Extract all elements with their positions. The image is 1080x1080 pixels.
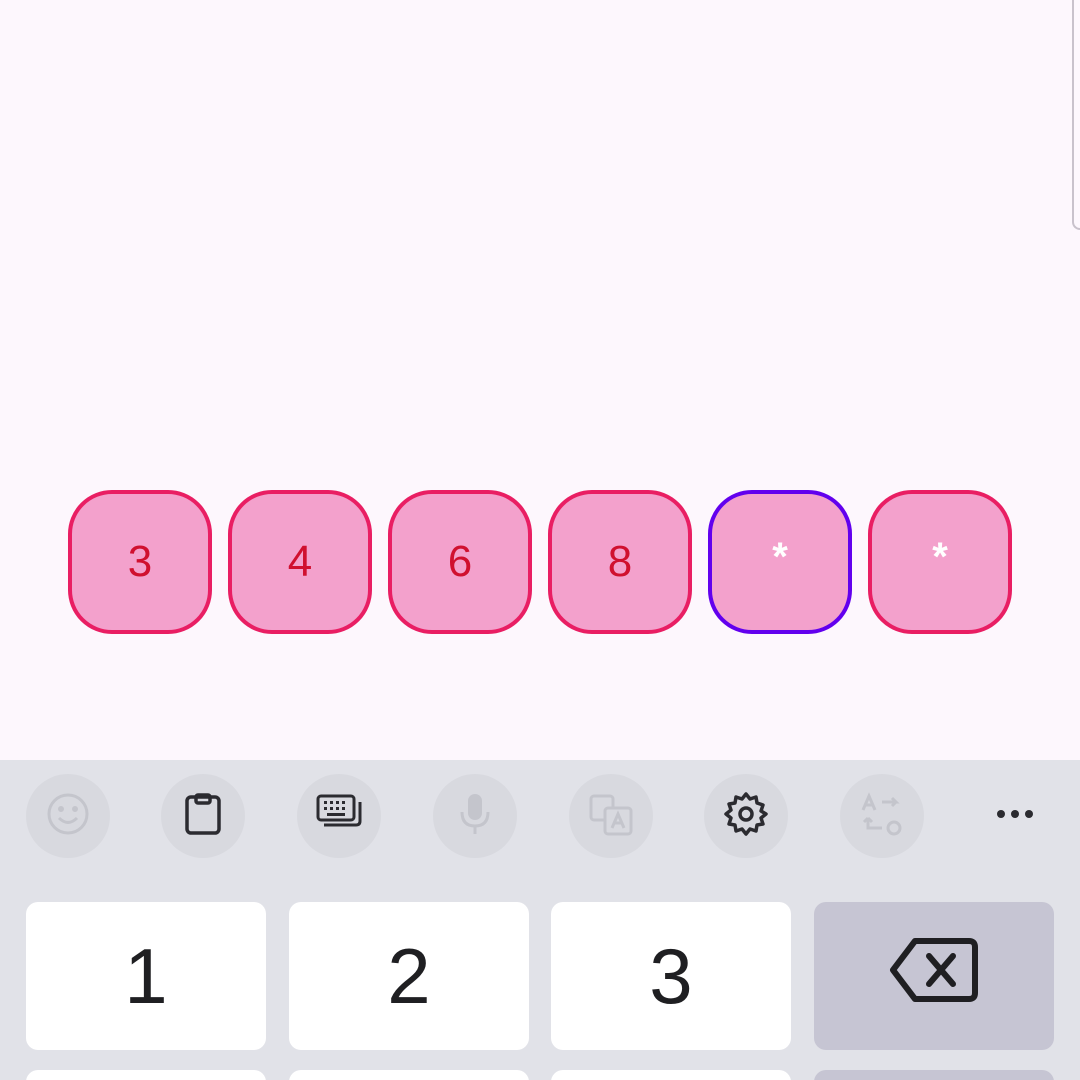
emoji-icon (44, 790, 92, 843)
backspace-icon (889, 931, 979, 1022)
clipboard-button[interactable] (161, 774, 245, 858)
otp-digit-box[interactable]: * (868, 490, 1012, 634)
keyboard-icon (315, 790, 363, 843)
soft-keyboard: 1 2 3 (0, 760, 1080, 1080)
key-label: 1 (124, 931, 168, 1020)
otp-input-row: 3 4 6 8 * * (68, 490, 1012, 634)
clipboard-icon (179, 790, 227, 843)
otp-digit-masked: * (932, 534, 948, 579)
otp-digit-box[interactable]: 3 (68, 490, 212, 634)
backspace-key[interactable] (814, 902, 1054, 1050)
keyboard-toolbar (0, 774, 1080, 858)
keyboard-switch-button[interactable] (297, 774, 381, 858)
key-2[interactable]: 2 (289, 902, 529, 1050)
microphone-icon (451, 790, 499, 843)
key-row2[interactable] (289, 1070, 529, 1080)
screen: 3 4 6 8 * * 1 2 3 (0, 0, 1080, 1080)
settings-button[interactable] (704, 774, 788, 858)
scroll-indicator (1072, 0, 1080, 230)
translate-icon (587, 790, 635, 843)
otp-digit-masked: * (772, 534, 788, 579)
more-icon (991, 790, 1039, 843)
key-label: 3 (649, 931, 693, 1020)
otp-digit: 6 (447, 537, 473, 586)
otp-digit: 4 (287, 537, 313, 586)
translate-button[interactable] (569, 774, 653, 858)
otp-digit-box[interactable]: 8 (548, 490, 692, 634)
key-row2-action[interactable] (814, 1070, 1054, 1080)
text-swap-icon (858, 790, 906, 843)
otp-digit-box-focused[interactable]: * (708, 490, 852, 634)
app-content: 3 4 6 8 * * (0, 0, 1080, 760)
key-label: 2 (387, 931, 431, 1020)
key-row2[interactable] (26, 1070, 266, 1080)
key-1[interactable]: 1 (26, 902, 266, 1050)
settings-icon (722, 790, 770, 843)
otp-digit-box[interactable]: 4 (228, 490, 372, 634)
key-3[interactable]: 3 (551, 902, 791, 1050)
emoji-button[interactable] (26, 774, 110, 858)
more-button[interactable] (973, 774, 1057, 858)
text-editing-button[interactable] (840, 774, 924, 858)
otp-digit: 8 (607, 537, 633, 586)
key-row2[interactable] (551, 1070, 791, 1080)
otp-digit-box[interactable]: 6 (388, 490, 532, 634)
voice-input-button[interactable] (433, 774, 517, 858)
otp-digit: 3 (127, 537, 153, 586)
